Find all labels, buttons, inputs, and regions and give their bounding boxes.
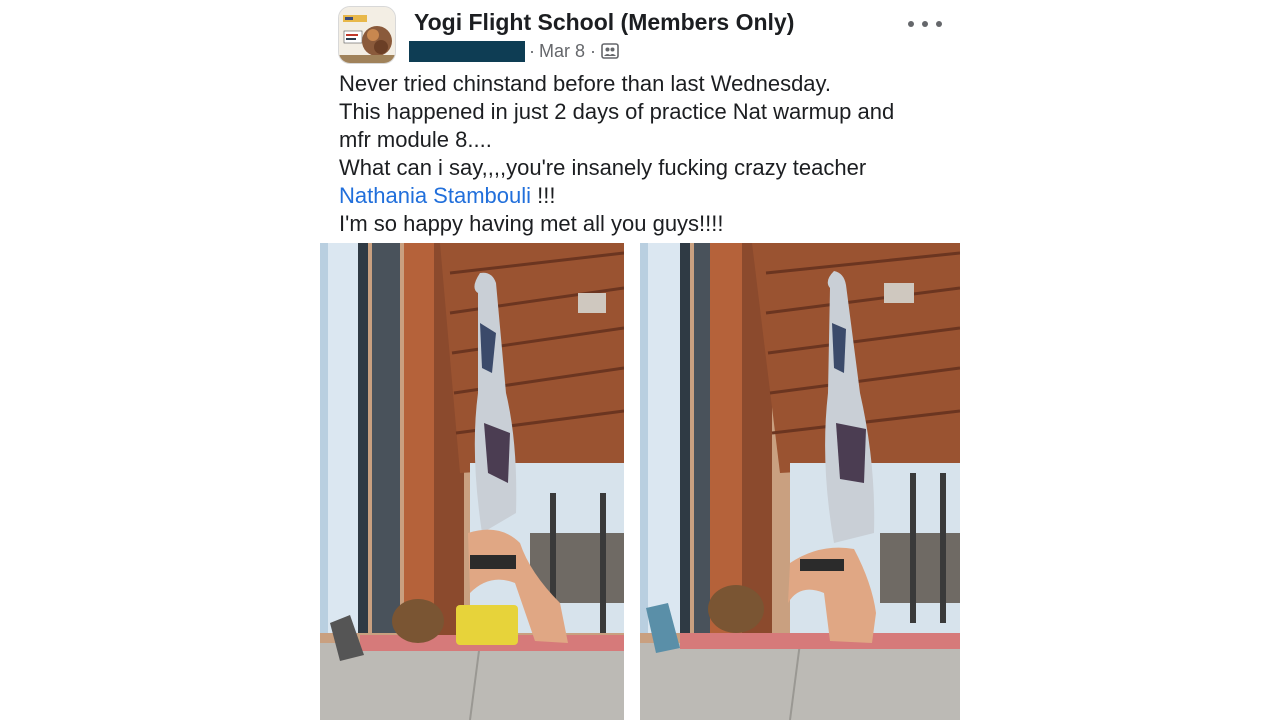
chinstand-photo [640, 243, 960, 720]
mention-link[interactable]: Nathania Stambouli [339, 183, 531, 208]
dot-icon [908, 21, 914, 27]
group-logo-icon [339, 7, 395, 63]
post-text: Never tried chinstand before than last W… [339, 70, 959, 238]
dot-icon [936, 21, 942, 27]
members-icon [601, 42, 619, 60]
separator: · [590, 40, 597, 61]
more-options-button[interactable] [908, 12, 942, 36]
facebook-group-post: Yogi Flight School (Members Only) · Mar … [0, 0, 1280, 720]
post-photo-1[interactable] [320, 243, 624, 720]
group-name-link[interactable]: Yogi Flight School (Members Only) [414, 9, 794, 36]
mention-suffix: !!! [531, 183, 556, 208]
post-photo-2[interactable] [640, 243, 960, 720]
separator: · [529, 40, 535, 61]
post-text-line: This happened in just 2 days of practice… [339, 99, 895, 124]
chinstand-photo-with-block [320, 243, 624, 720]
author-name-redacted[interactable] [409, 40, 525, 62]
post-text-line: I'm so happy having met all you guys!!!! [339, 211, 724, 236]
post-date[interactable]: Mar 8 [539, 41, 585, 62]
post-text-line: What can i say,,,,you're insanely fuckin… [339, 155, 867, 180]
post-text-line: mfr module 8.... [339, 127, 492, 152]
dot-icon [922, 21, 928, 27]
group-avatar[interactable] [338, 6, 396, 64]
post-text-line: Nathania Stambouli !!! [339, 182, 959, 210]
post-text-line: Never tried chinstand before than last W… [339, 71, 832, 96]
post-meta: · Mar 8 · [409, 40, 619, 62]
